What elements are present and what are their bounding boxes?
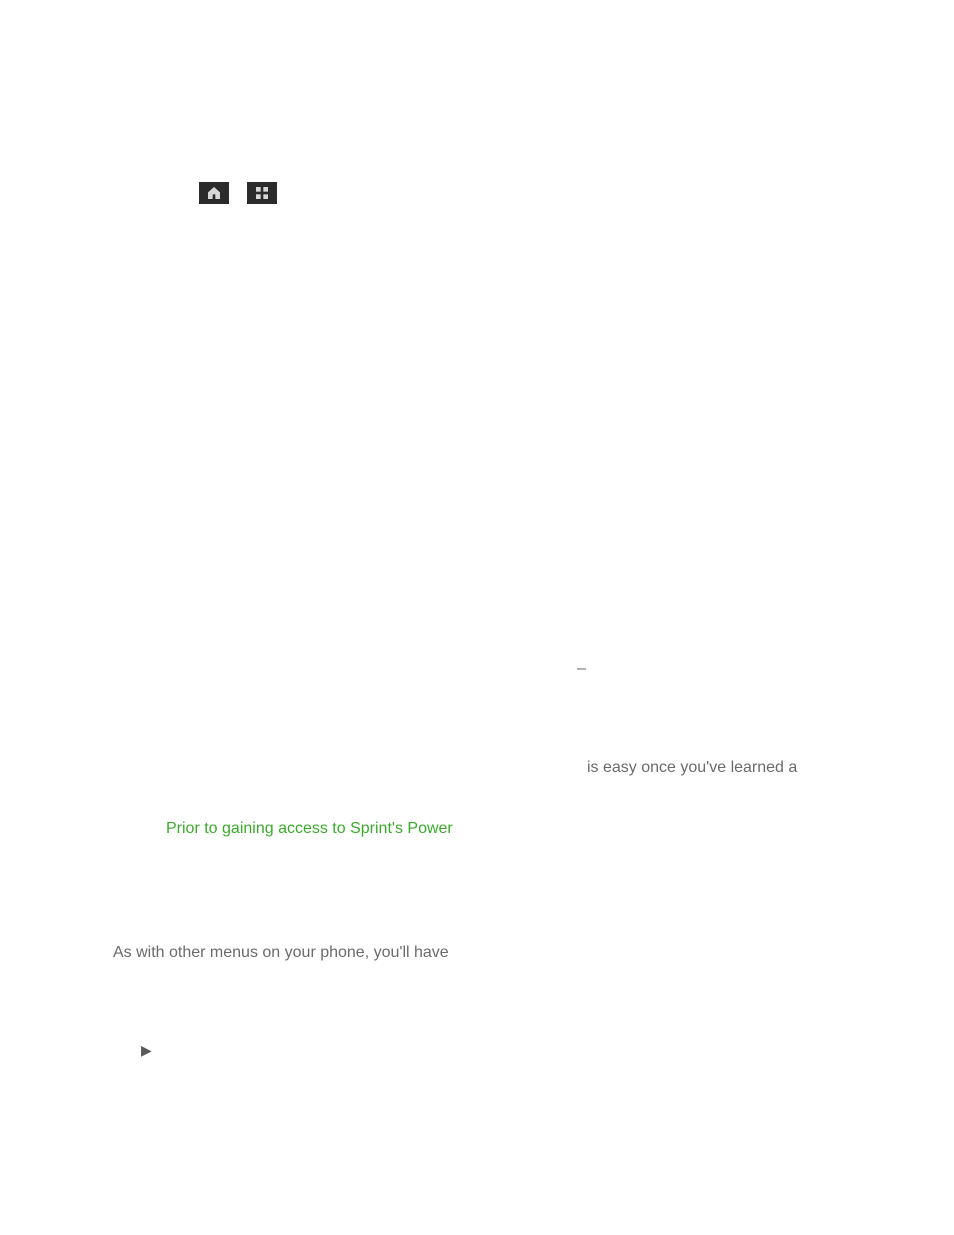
text-fragment-dash: – — [577, 660, 586, 678]
text-fragment-prior: Prior to gaining access to Sprint's Powe… — [166, 820, 453, 838]
text-fragment-easy: is easy once you've learned a — [587, 759, 797, 777]
text-fragment-aswith: As with other menus on your phone, you'l… — [113, 944, 449, 962]
arrow-icon: ▶ — [141, 1042, 152, 1059]
apps-icon — [247, 182, 277, 204]
home-icon — [199, 182, 229, 204]
